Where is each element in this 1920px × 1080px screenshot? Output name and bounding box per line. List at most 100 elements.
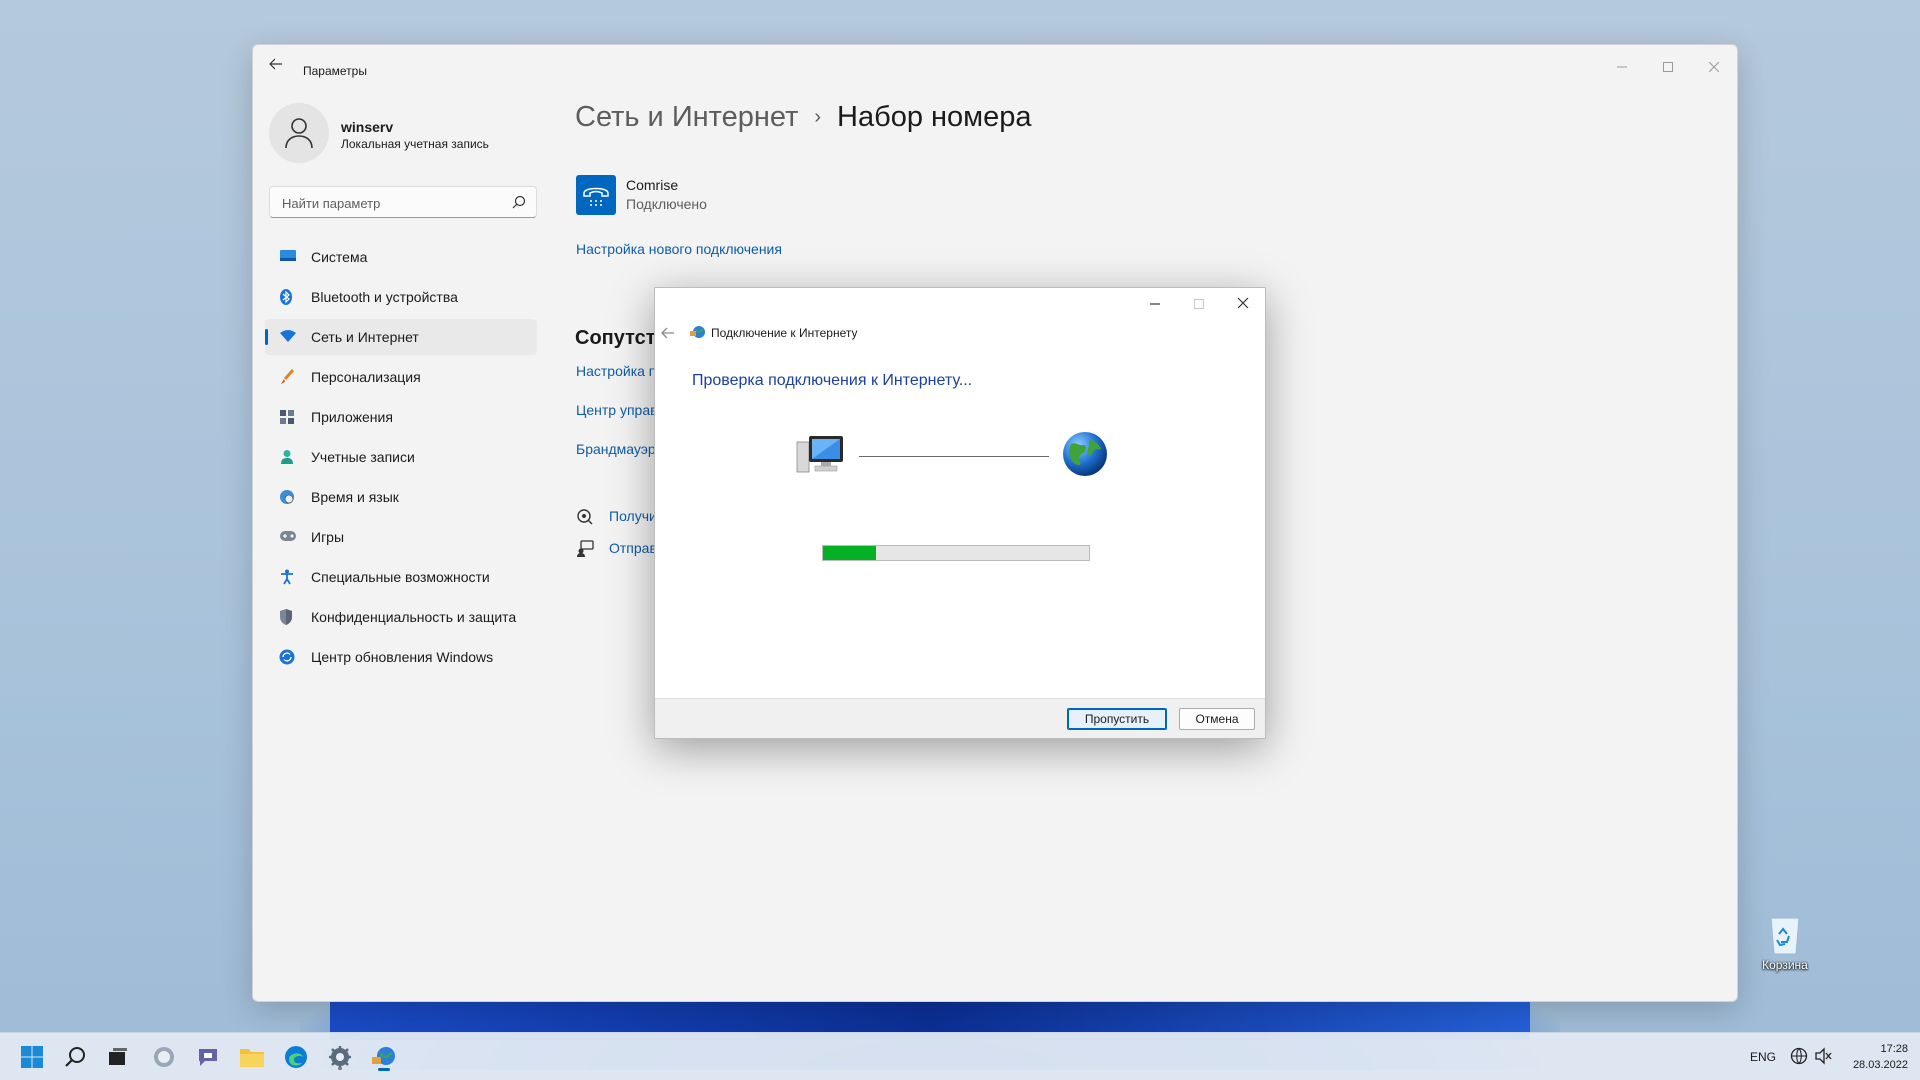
task-view-icon xyxy=(109,1048,127,1065)
sidebar-item-label: Сеть и Интернет xyxy=(311,329,419,345)
sidebar-item-label: Центр обновления Windows xyxy=(311,649,494,665)
start-button[interactable] xyxy=(16,1041,48,1073)
sidebar-item-accounts[interactable]: Учетные записи xyxy=(265,439,537,475)
clock-time: 17:28 xyxy=(1880,1043,1908,1055)
windows-logo-icon xyxy=(21,1046,43,1068)
dialog-footer: Пропустить Отмена xyxy=(655,698,1265,738)
chat-button[interactable] xyxy=(192,1041,224,1073)
recycle-bin-icon[interactable] xyxy=(1763,912,1807,956)
feedback-icon xyxy=(576,540,594,558)
maximize-button[interactable] xyxy=(1645,51,1691,83)
sidebar-item-label: Персонализация xyxy=(311,369,421,385)
skip-button[interactable]: Пропустить xyxy=(1067,708,1167,730)
app-title: Параметры xyxy=(303,64,367,78)
get-help-link[interactable]: Получи xyxy=(609,508,657,524)
taskbar: ENG 17:28 28.03.2022 xyxy=(0,1032,1920,1080)
sidebar-item-privacy[interactable]: Конфиденциальность и защита xyxy=(265,599,537,635)
globe-icon xyxy=(1061,430,1109,483)
search-button[interactable] xyxy=(60,1041,92,1073)
related-link-adapter[interactable]: Настройка п xyxy=(576,363,656,379)
send-feedback-link[interactable]: Отправ xyxy=(609,540,657,556)
related-link-network-center[interactable]: Центр управ xyxy=(576,402,658,418)
update-icon xyxy=(279,649,297,665)
file-explorer-button[interactable] xyxy=(236,1041,268,1073)
close-button[interactable] xyxy=(1221,290,1265,318)
breadcrumb: Сеть и Интернет › Набор номера xyxy=(575,101,1032,134)
sidebar-item-label: Время и язык xyxy=(311,489,399,505)
search-icon[interactable] xyxy=(512,195,526,214)
person-icon xyxy=(285,118,313,149)
sidebar-item-time-language[interactable]: Время и язык xyxy=(265,479,537,515)
widgets-button[interactable] xyxy=(148,1041,180,1073)
accessibility-icon xyxy=(279,569,297,585)
running-indicator xyxy=(338,1067,342,1070)
clock-date: 28.03.2022 xyxy=(1852,1059,1908,1071)
sidebar-item-accessibility[interactable]: Специальные возможности xyxy=(265,559,537,595)
active-indicator xyxy=(378,1068,390,1071)
sidebar-item-label: Учетные записи xyxy=(311,449,415,465)
sidebar-nav: Система Bluetooth и устройства Сеть и Ин… xyxy=(265,239,537,679)
search-placeholder: Найти параметр xyxy=(282,196,381,211)
settings-button[interactable] xyxy=(324,1041,356,1073)
progress-bar xyxy=(822,545,1090,561)
sidebar-item-windows-update[interactable]: Центр обновления Windows xyxy=(265,639,537,675)
edge-button[interactable] xyxy=(280,1041,312,1073)
sidebar-item-label: Конфиденциальность и защита xyxy=(311,609,517,625)
dialog-title: Подключение к Интернету xyxy=(711,326,858,340)
edge-icon xyxy=(285,1046,307,1068)
back-arrow-icon[interactable] xyxy=(661,326,675,342)
chevron-right-icon: › xyxy=(814,106,822,128)
minimize-button[interactable] xyxy=(1133,290,1177,318)
page-title: Набор номера xyxy=(837,101,1032,133)
person-icon xyxy=(279,449,297,465)
apps-icon xyxy=(279,409,297,425)
get-help-icon xyxy=(576,508,594,526)
related-link-firewall[interactable]: Брандмауэр xyxy=(576,441,656,457)
search-input[interactable]: Найти параметр xyxy=(269,186,537,218)
sidebar-item-label: Игры xyxy=(311,529,345,545)
connection-name[interactable]: Comrise xyxy=(626,177,678,193)
gear-icon xyxy=(329,1046,351,1068)
volume-muted-icon[interactable] xyxy=(1814,1047,1832,1070)
account-type: Локальная учетная запись xyxy=(341,137,489,151)
sidebar-item-label: Специальные возможности xyxy=(311,569,490,585)
back-arrow-icon[interactable] xyxy=(269,57,289,75)
clock[interactable]: 17:28 28.03.2022 xyxy=(1853,1041,1908,1073)
sidebar-item-system[interactable]: Система xyxy=(265,239,537,275)
network-tray-icon[interactable] xyxy=(1790,1047,1808,1070)
avatar[interactable] xyxy=(269,103,329,163)
internet-connection-taskbar-button[interactable] xyxy=(368,1041,400,1073)
maximize-button xyxy=(1177,290,1221,318)
sidebar-item-label: Приложения xyxy=(311,409,393,425)
sidebar-item-personalization[interactable]: Персонализация xyxy=(265,359,537,395)
sidebar-item-gaming[interactable]: Игры xyxy=(265,519,537,555)
dialog-heading: Проверка подключения к Интернету... xyxy=(692,372,973,389)
close-button[interactable] xyxy=(1691,51,1737,83)
settings-titlebar: Параметры xyxy=(253,45,1737,85)
breadcrumb-parent[interactable]: Сеть и Интернет xyxy=(575,101,798,134)
language-indicator[interactable]: ENG xyxy=(1750,1050,1776,1064)
progress-fill xyxy=(823,546,877,560)
computer-icon xyxy=(795,432,847,481)
chat-icon xyxy=(199,1049,217,1066)
network-globe-icon xyxy=(372,1047,395,1065)
dialup-connection-icon[interactable] xyxy=(576,175,616,215)
globe-clock-icon xyxy=(279,489,297,505)
sidebar-item-network[interactable]: Сеть и Интернет xyxy=(265,319,537,355)
brush-icon xyxy=(279,369,297,385)
connect-internet-dialog: Подключение к Интернету Проверка подключ… xyxy=(654,287,1266,739)
task-view-button[interactable] xyxy=(102,1041,134,1073)
wifi-icon xyxy=(279,329,297,345)
sidebar-item-bluetooth[interactable]: Bluetooth и устройства xyxy=(265,279,537,315)
connection-line xyxy=(859,456,1049,457)
minimize-button[interactable] xyxy=(1599,51,1645,83)
search-icon xyxy=(65,1047,85,1067)
new-connection-link[interactable]: Настройка нового подключения xyxy=(576,241,782,257)
user-name: winserv xyxy=(341,119,394,135)
folder-icon xyxy=(240,1049,264,1067)
cancel-button[interactable]: Отмена xyxy=(1179,708,1255,730)
sidebar-item-apps[interactable]: Приложения xyxy=(265,399,537,435)
gamepad-icon xyxy=(279,529,297,545)
connection-status: Подключено xyxy=(626,196,707,212)
monitor-icon xyxy=(279,249,297,265)
